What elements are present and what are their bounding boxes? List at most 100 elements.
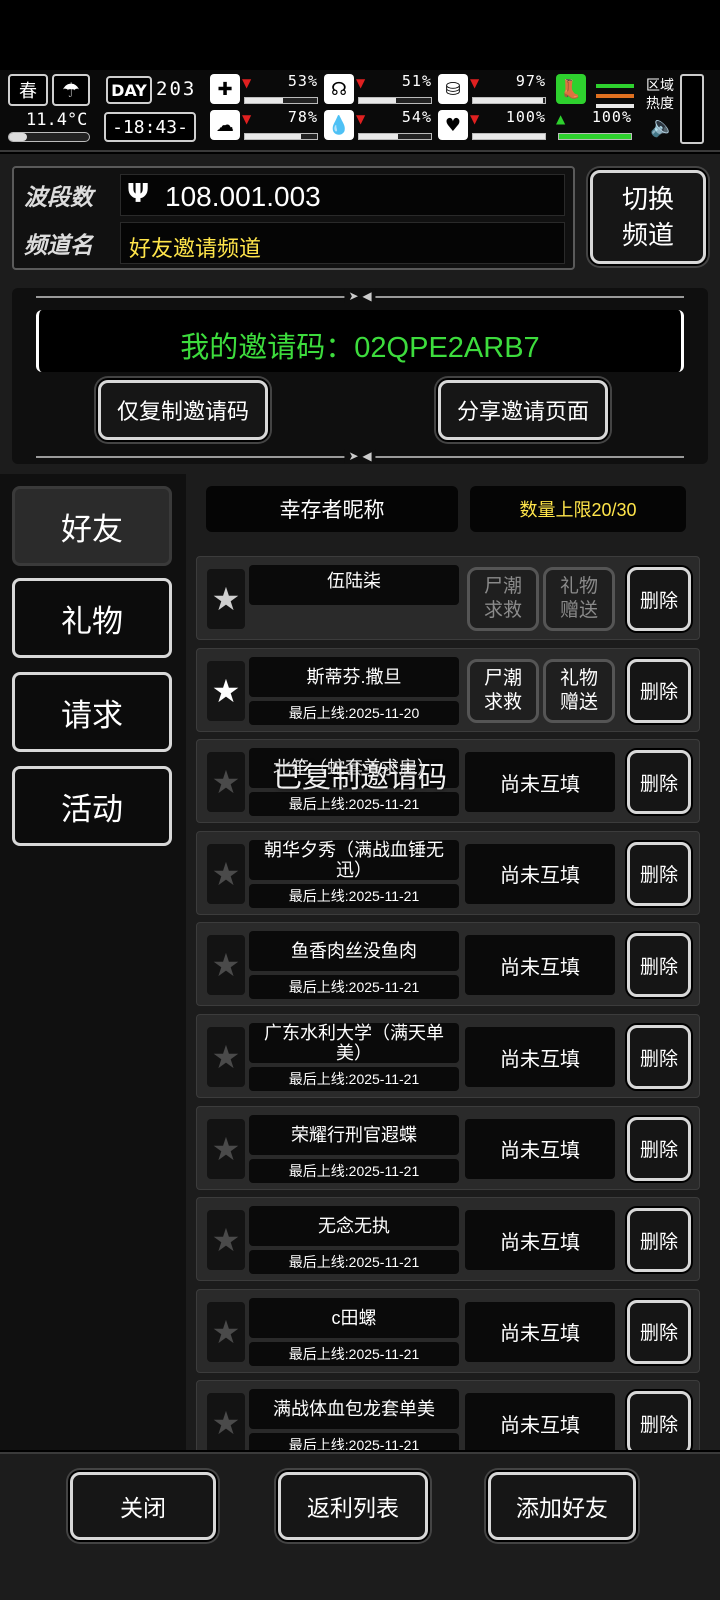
channel-label: 频道名 xyxy=(24,233,93,259)
tab-gifts-label: 礼物 xyxy=(61,603,123,639)
share-invite-page-label: 分享邀请页面 xyxy=(456,399,589,424)
nickname-header-label: 幸存者昵称 xyxy=(279,499,385,522)
stat-bar xyxy=(244,133,318,140)
last-online: 最后上线:2025-11-21 xyxy=(249,1158,459,1183)
share-invite-page-button[interactable]: 分享邀请页面 xyxy=(438,380,608,440)
band-value: 108.001.003 xyxy=(165,181,321,212)
friend-row[interactable]: ★ 满战体血包龙套单美 最后上线:2025-11-21 尚未互填 删除 xyxy=(196,1380,700,1450)
bottom-bar: 关闭 返利列表 添加好友 xyxy=(0,1452,720,1600)
region-heat-meter xyxy=(680,74,704,144)
friend-limit-header: 数量上限20/30 xyxy=(470,486,686,532)
copy-invite-code-button[interactable]: 仅复制邀请码 xyxy=(98,380,268,440)
tab-events-label: 活动 xyxy=(61,791,123,827)
star-icon[interactable]: ★ xyxy=(207,1118,245,1179)
send-gift-button[interactable]: 礼物赠送 xyxy=(543,658,615,723)
stat-value: 100% xyxy=(591,108,632,126)
rebate-list-button[interactable]: 返利列表 xyxy=(278,1472,428,1540)
star-icon[interactable]: ★ xyxy=(207,569,245,629)
pending-status: 尚未互填 xyxy=(465,1210,615,1271)
friend-name: 朝华夕秀（满战血锤无迅） xyxy=(249,839,459,880)
arrow-down-icon: ▼ xyxy=(242,112,252,126)
horde-rescue-button[interactable]: 尸潮求救 xyxy=(467,567,539,631)
stat-bar xyxy=(472,97,546,104)
friend-row[interactable]: ★ 鱼香肉丝没鱼肉 最后上线:2025-11-21 尚未互填 删除 xyxy=(196,922,700,1007)
pending-status: 尚未互填 xyxy=(465,843,615,904)
stat-stomach: ☊ ▼ 51% xyxy=(324,72,434,106)
last-online: 最后上线:2025-11-21 xyxy=(249,1067,459,1091)
tab-requests[interactable]: 请求 xyxy=(12,672,172,752)
stomach-icon: ☊ xyxy=(324,74,354,104)
star-icon[interactable]: ★ xyxy=(207,1301,245,1362)
star-icon[interactable]: ★ xyxy=(207,1027,245,1087)
stat-value: 78% xyxy=(287,108,318,126)
stat-value: 51% xyxy=(401,72,432,90)
friend-name: 无念无执 xyxy=(249,1206,459,1247)
medkit-icon: ✚ xyxy=(210,74,240,104)
tab-friends-label: 好友 xyxy=(61,511,123,547)
clock-time: -18:43- xyxy=(112,116,188,138)
add-friend-button[interactable]: 添加好友 xyxy=(488,1472,636,1540)
friend-row[interactable]: ★ 无念无执 最后上线:2025-11-21 尚未互填 删除 xyxy=(196,1197,700,1282)
stat-value: 54% xyxy=(401,108,432,126)
horde-rescue-button[interactable]: 尸潮求救 xyxy=(467,658,539,723)
stat-value: 97% xyxy=(515,72,546,90)
friend-row[interactable]: ★ 广东水利大学（满天单美） 最后上线:2025-11-21 尚未互填 删除 xyxy=(196,1014,700,1098)
tab-column: 好友 礼物 请求 活动 xyxy=(0,474,186,1450)
tab-events[interactable]: 活动 xyxy=(12,766,172,846)
friend-name: 鱼香肉丝没鱼肉 xyxy=(249,931,459,972)
friend-name: 广东水利大学（满天单美） xyxy=(249,1023,459,1063)
invite-code-box: 我的邀请码：02QPE2ARB7 xyxy=(36,310,684,372)
delete-friend-button[interactable]: 删除 xyxy=(627,658,691,723)
divider-bottom: ➤ ◀ xyxy=(36,449,684,463)
delete-friend-button[interactable]: 删除 xyxy=(627,1391,691,1450)
friend-row[interactable]: ★ 斯蒂芬.撒旦 最后上线:2025-11-20 尸潮求救 礼物赠送 删除 xyxy=(196,647,700,732)
weather-rain-icon: ☂ xyxy=(52,74,90,106)
day-number: 203 xyxy=(156,78,197,100)
arrow-down-icon: ▼ xyxy=(470,112,480,126)
friend-row[interactable]: ★ 朝华夕秀（满战血锤无迅） 最后上线:2025-11-21 尚未互填 删除 xyxy=(196,830,700,915)
star-icon[interactable]: ★ xyxy=(207,935,245,996)
last-online: 最后上线:2025-11-21 xyxy=(249,883,459,908)
stamina-boot-icon: 👢 xyxy=(556,74,586,104)
friend-name: 斯蒂芬.撒旦 xyxy=(249,656,459,697)
star-icon[interactable]: ★ xyxy=(207,1210,245,1271)
speaker-icon[interactable]: 🔈 xyxy=(650,114,675,138)
region-heat-label: 区域热度 xyxy=(646,77,674,111)
arrow-down-icon: ▼ xyxy=(356,76,366,90)
delete-friend-button[interactable]: 删除 xyxy=(627,750,691,815)
star-icon[interactable]: ★ xyxy=(207,660,245,721)
friend-row[interactable]: ★ 伍陆柒 尸潮求救 礼物赠送 删除 xyxy=(196,556,700,640)
delete-friend-button[interactable]: 删除 xyxy=(627,567,691,631)
stat-bar xyxy=(358,97,432,104)
delete-friend-button[interactable]: 删除 xyxy=(627,1208,691,1273)
water-drop-icon: 💧 xyxy=(324,110,354,140)
delete-friend-button[interactable]: 删除 xyxy=(627,933,691,998)
tab-friends[interactable]: 好友 xyxy=(12,486,172,566)
stamina-bar-top xyxy=(596,84,634,88)
tab-gifts[interactable]: 礼物 xyxy=(12,578,172,658)
heart-icon: ♥ xyxy=(438,110,468,140)
day-label: DAY xyxy=(111,80,147,100)
send-gift-button[interactable]: 礼物赠送 xyxy=(543,567,615,631)
pending-status: 尚未互填 xyxy=(465,1118,615,1179)
stat-bladder: ⛁ ▼ 97% xyxy=(438,72,548,106)
friend-name: c田螺 xyxy=(249,1297,459,1338)
stat-value: 53% xyxy=(287,72,318,90)
delete-friend-button[interactable]: 删除 xyxy=(627,1299,691,1364)
season-badge: 春 xyxy=(8,74,48,106)
delete-friend-button[interactable]: 删除 xyxy=(627,1025,691,1089)
delete-friend-button[interactable]: 删除 xyxy=(627,1116,691,1181)
bladder-icon: ⛁ xyxy=(438,74,468,104)
star-icon[interactable]: ★ xyxy=(207,843,245,904)
stamina-bar-mid xyxy=(596,94,634,98)
switch-channel-button[interactable]: 切换频道 xyxy=(590,170,706,264)
close-button[interactable]: 关闭 xyxy=(70,1472,216,1540)
friend-list-area[interactable]: 幸存者昵称 数量上限20/30 ★ 伍陆柒 尸潮求救 礼物赠送 删除 ★ 斯蒂芬.撒旦 最后上… xyxy=(190,474,710,1450)
switch-channel-label: 切换频道 xyxy=(621,184,674,250)
friend-row[interactable]: ★ 荣耀行刑官遐蝶 最后上线:2025-11-21 尚未互填 删除 xyxy=(196,1105,700,1190)
delete-friend-button[interactable]: 删除 xyxy=(627,841,691,906)
stat-bar xyxy=(472,133,546,140)
band-label: 波段数 xyxy=(24,185,93,211)
friend-row[interactable]: ★ c田螺 最后上线:2025-11-21 尚未互填 删除 xyxy=(196,1288,700,1373)
star-icon[interactable]: ★ xyxy=(207,1393,245,1450)
